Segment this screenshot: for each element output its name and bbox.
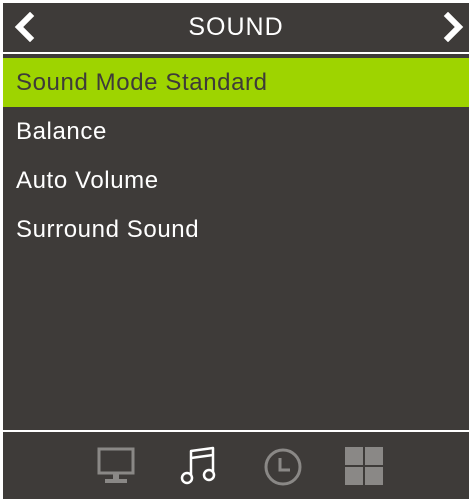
- sound-menu-list: Sound Mode Standard Balance Auto Volume …: [3, 58, 469, 254]
- monitor-icon[interactable]: [96, 445, 138, 487]
- category-bar: [3, 434, 469, 499]
- menu-item-balance[interactable]: Balance: [3, 107, 469, 156]
- menu-item-sound-mode[interactable]: Sound Mode Standard: [3, 58, 469, 107]
- menu-header: SOUND: [3, 3, 469, 51]
- clock-icon[interactable]: [262, 445, 304, 487]
- menu-item-auto-volume[interactable]: Auto Volume: [3, 156, 469, 205]
- chevron-right-icon[interactable]: [437, 12, 467, 42]
- page-title: SOUND: [188, 13, 284, 41]
- menu-item-surround-sound[interactable]: Surround Sound: [3, 205, 469, 254]
- grid-icon[interactable]: [343, 445, 385, 487]
- music-note-icon[interactable]: [179, 445, 221, 487]
- header-divider: [3, 52, 469, 54]
- footer-divider: [3, 430, 469, 432]
- tv-sound-menu: SOUND Sound Mode Standard Balance Auto V…: [3, 3, 469, 499]
